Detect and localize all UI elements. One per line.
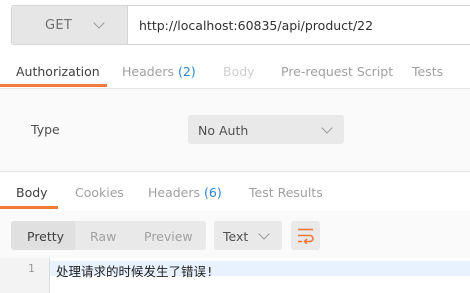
method-select[interactable]: GET — [12, 6, 128, 44]
format-select[interactable]: Text — [214, 221, 282, 250]
response-tab-test-results[interactable]: Test Results — [249, 185, 323, 200]
line-number-gutter — [0, 258, 50, 293]
active-response-tab-underline — [0, 206, 58, 209]
tab-pre-request-script[interactable]: Pre-request Script — [281, 64, 393, 79]
tab-headers[interactable]: Headers (2) — [122, 64, 196, 79]
tab-authorization[interactable]: Authorization — [16, 64, 100, 79]
auth-type-select[interactable]: No Auth — [188, 115, 344, 144]
view-preview-button[interactable]: Preview — [144, 229, 193, 244]
request-bar: GET http://localhost:60835/api/product/2… — [11, 5, 470, 45]
tab-headers-label: Headers — [122, 64, 175, 79]
chevron-down-icon — [258, 228, 270, 240]
auth-type-value: No Auth — [198, 123, 249, 138]
response-body-line: 处理请求的时候发生了错误! — [56, 264, 214, 279]
wrap-icon — [298, 228, 314, 244]
response-tab-cookies[interactable]: Cookies — [75, 185, 124, 200]
line-number: 1 — [28, 262, 35, 275]
chevron-down-icon — [93, 17, 105, 29]
active-tab-underline — [0, 84, 107, 87]
auth-type-label: Type — [31, 122, 60, 137]
response-tab-headers-count: (6) — [204, 185, 222, 200]
wrap-lines-button[interactable] — [291, 221, 320, 250]
response-tab-headers-label: Headers — [148, 185, 201, 200]
url-input[interactable]: http://localhost:60835/api/product/22 — [139, 18, 373, 33]
view-raw-button[interactable]: Raw — [90, 229, 116, 244]
tab-body[interactable]: Body — [223, 64, 255, 79]
chevron-down-icon — [321, 122, 333, 134]
view-pretty-button[interactable]: Pretty — [27, 229, 64, 244]
tab-tests[interactable]: Tests — [412, 64, 443, 79]
response-tab-headers[interactable]: Headers (6) — [148, 185, 222, 200]
response-tab-body[interactable]: Body — [16, 185, 48, 200]
method-label: GET — [45, 18, 73, 33]
format-value: Text — [223, 229, 249, 244]
tab-headers-count: (2) — [178, 64, 196, 79]
view-mode-segmented-control: Pretty Raw Preview — [11, 221, 206, 250]
